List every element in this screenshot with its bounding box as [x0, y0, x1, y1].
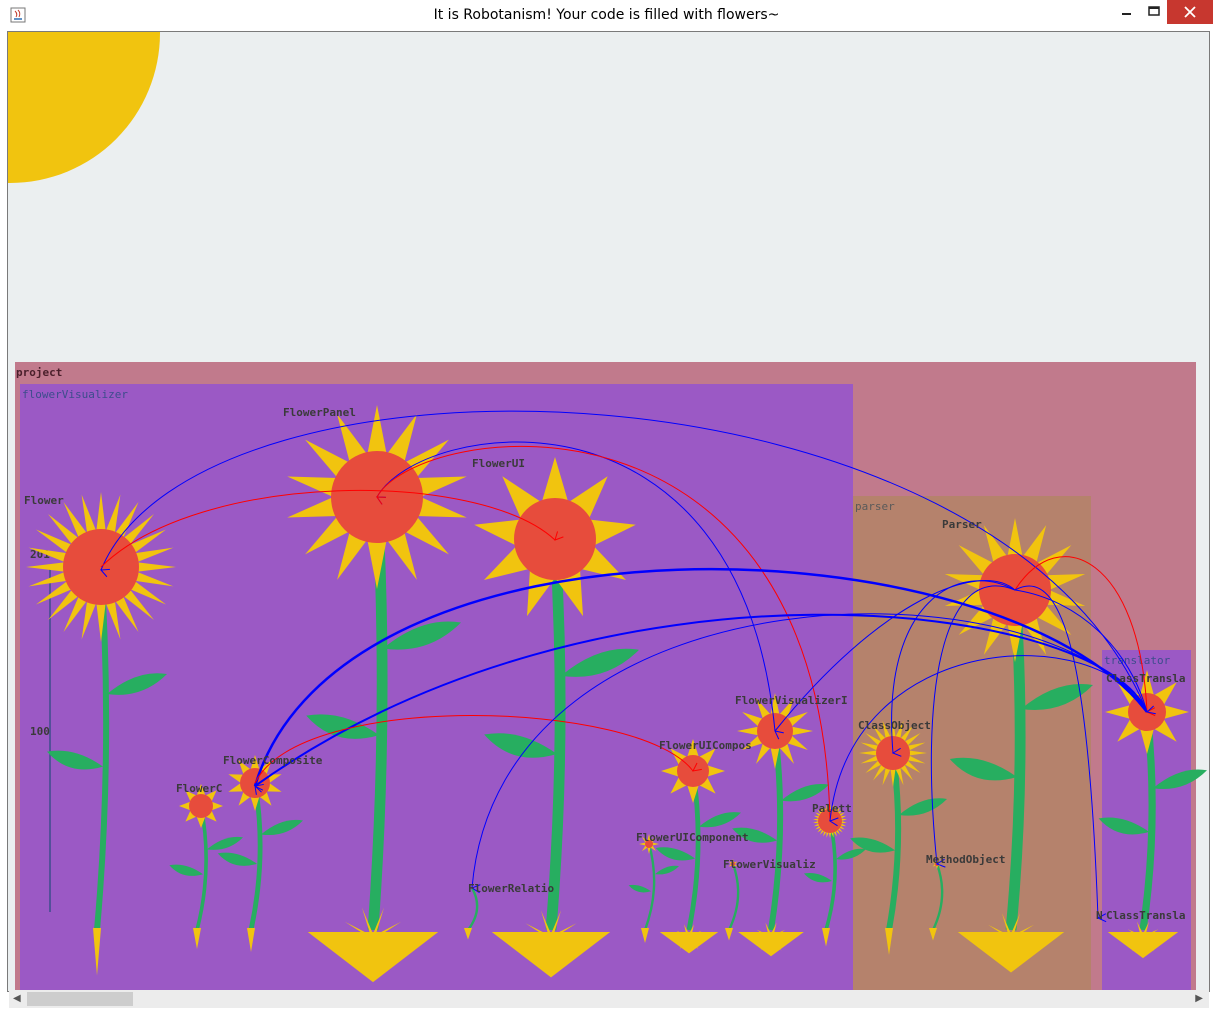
window-title: It is Robotanism! Your code is filled wi…: [433, 7, 780, 23]
minimize-button[interactable]: [1113, 0, 1141, 24]
horizontal-scrollbar[interactable]: ◀ ▶: [9, 990, 1209, 1008]
package-parser-label: parser: [855, 500, 895, 513]
maximize-icon: [1148, 6, 1160, 16]
class-label-flower-relation[interactable]: FlowerRelatio: [468, 882, 554, 895]
close-button[interactable]: [1167, 0, 1213, 24]
class-label-flower-composite[interactable]: FlowerComposite: [223, 754, 323, 767]
class-label-flower-panel[interactable]: FlowerPanel: [283, 406, 356, 419]
class-label-class-object[interactable]: ClassObject: [858, 719, 931, 732]
class-label-flower-visualiz[interactable]: FlowerVisualiz: [723, 858, 816, 871]
class-label-method-object[interactable]: MethodObject: [926, 853, 1005, 866]
package-flowerVisualizer-label: flowerVisualizer: [22, 388, 128, 401]
class-label-flower-visualizer[interactable]: FlowerVisualizerI: [735, 694, 848, 707]
minimize-icon: [1122, 13, 1131, 15]
class-label-palette[interactable]: Palett: [812, 802, 852, 815]
scroll-right-icon[interactable]: ▶: [1195, 993, 1203, 1004]
class-label-flower-c[interactable]: FlowerC: [176, 782, 222, 795]
scrollbar-thumb[interactable]: [27, 992, 133, 1006]
class-label-flower-ui-component[interactable]: FlowerUIComponent: [636, 831, 749, 844]
flower-center: [189, 794, 213, 818]
maximize-button[interactable]: [1141, 0, 1167, 24]
class-label-flower-ui[interactable]: FlowerUI: [472, 457, 525, 470]
scale-label-100: 100: [30, 725, 50, 738]
class-label-flower-ui-compos[interactable]: FlowerUICompos: [659, 739, 752, 752]
class-label-flower[interactable]: Flower: [24, 494, 64, 507]
flower-canvas[interactable]: project flowerVisualizer parser translat…: [8, 32, 1209, 990]
class-label-class-transla-bottom[interactable]: ClassTransla: [1106, 909, 1185, 922]
flower-center: [514, 498, 596, 580]
class-label-n[interactable]: N: [1096, 909, 1103, 922]
class-label-parser[interactable]: Parser: [942, 518, 982, 531]
class-label-class-translator[interactable]: ClassTransla: [1106, 672, 1185, 685]
package-project-label: project: [16, 366, 62, 379]
close-icon: [1184, 6, 1196, 18]
title-bar: It is Robotanism! Your code is filled wi…: [0, 0, 1213, 31]
package-translator-label: translator: [1104, 654, 1171, 667]
scroll-left-icon[interactable]: ◀: [13, 993, 21, 1004]
